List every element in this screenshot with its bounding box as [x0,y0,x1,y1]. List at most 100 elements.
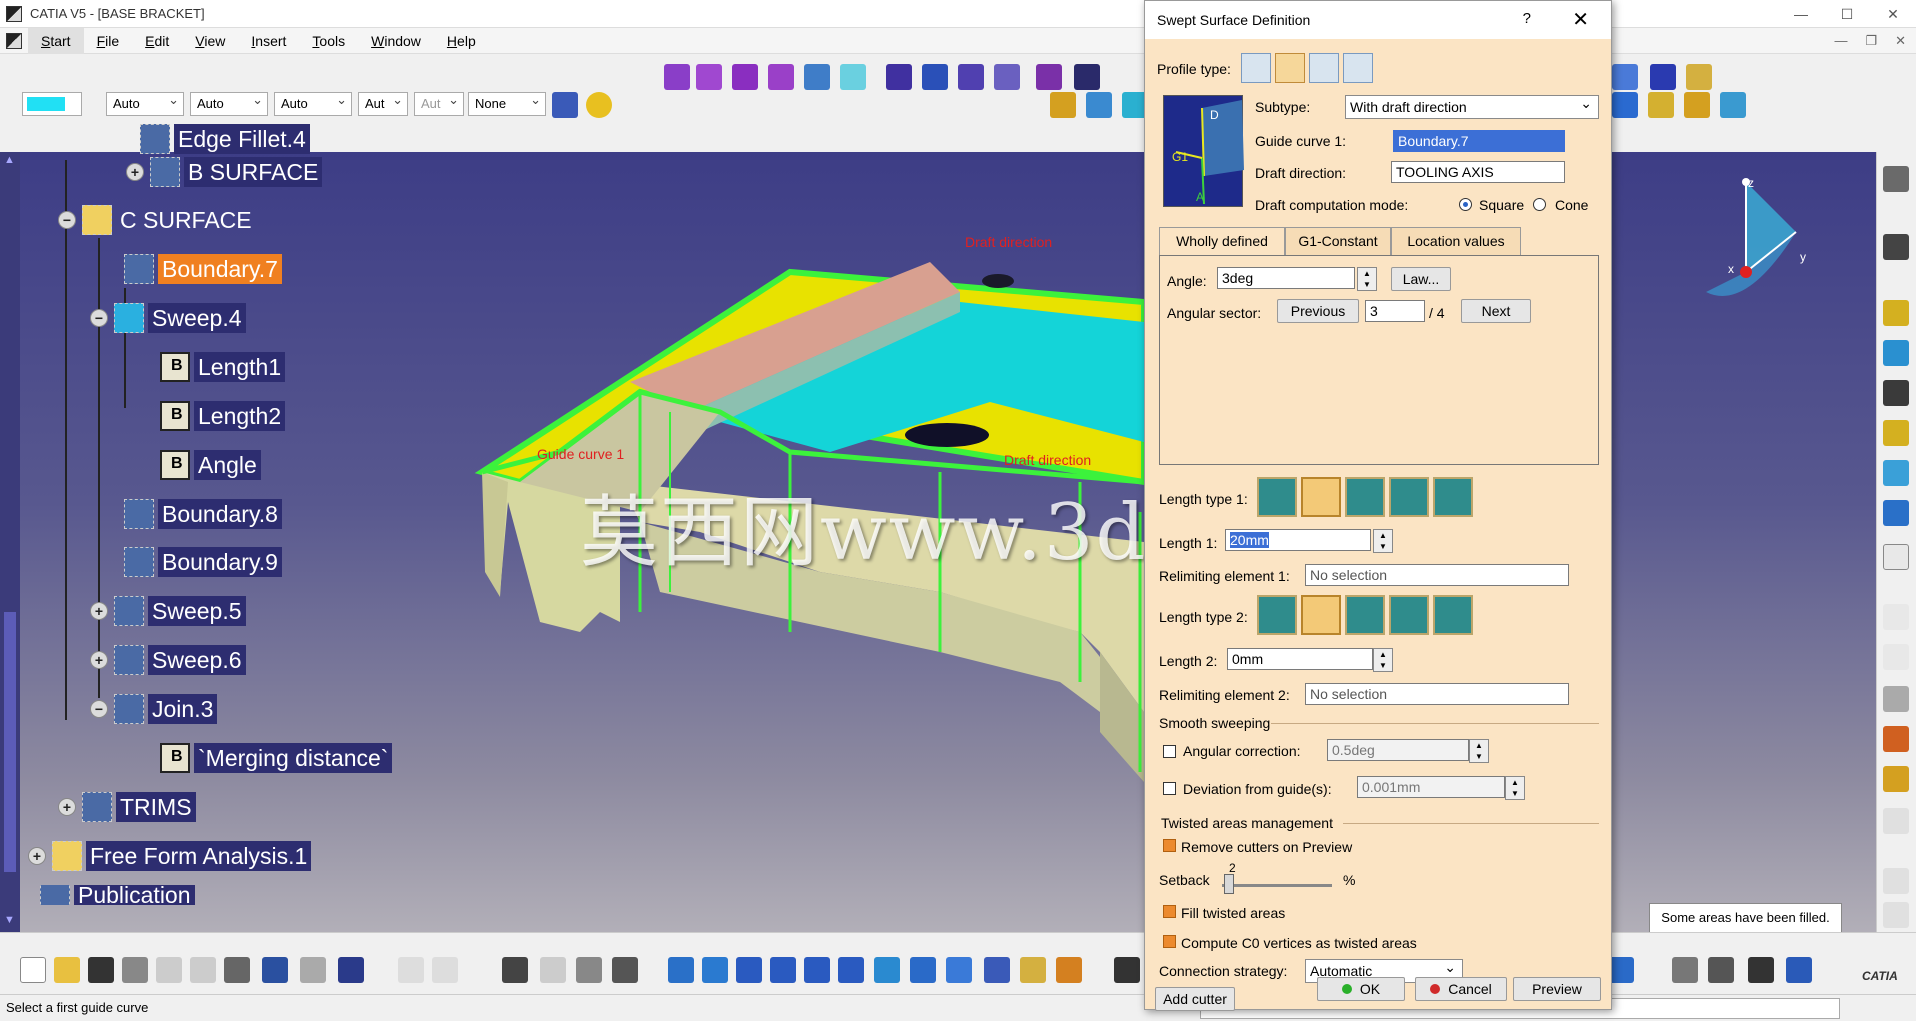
shading-icon[interactable] [984,957,1010,983]
tree-item-sweep-4[interactable]: − Sweep.4 [90,301,246,335]
multi-section-icon[interactable] [922,64,948,90]
undo-icon[interactable] [262,957,288,983]
menu-edit[interactable]: Edit [132,28,182,54]
preview-button[interactable]: Preview [1513,977,1601,1001]
tab-location-values[interactable]: Location values [1391,227,1521,255]
previous-button[interactable]: Previous [1277,299,1359,323]
multi-view-icon[interactable] [910,957,936,983]
graphic-properties-icon[interactable] [586,92,612,118]
collapse-icon[interactable]: − [90,700,108,718]
point-symbol-combo[interactable]: Aut [358,89,408,116]
copy-icon[interactable] [190,957,216,983]
compass-icon[interactable] [1696,172,1836,312]
hide-show-icon[interactable] [1020,957,1046,983]
new-file-icon[interactable] [20,957,46,983]
length2-field[interactable]: 0mm [1227,648,1373,670]
tree-item-edge-fillet[interactable]: Edge Fillet.4 [140,122,310,156]
add-cutter-button[interactable]: Add cutter [1155,987,1235,1011]
sector-field[interactable]: 3 [1365,300,1425,322]
expand-icon[interactable]: + [28,847,46,865]
tree-item-join-3[interactable]: − Join.3 [90,692,218,726]
collapse-icon[interactable]: − [90,309,108,327]
format-painter-icon[interactable] [552,92,578,118]
scroll-thumb[interactable] [4,612,16,872]
tab-wholly-defined[interactable]: Wholly defined [1159,227,1285,255]
fill-twisted-checkbox[interactable] [1163,905,1176,918]
doc-restore-button[interactable]: ❐ [1865,28,1877,54]
length-type2-from-extremum-icon[interactable] [1389,595,1429,635]
expand-icon[interactable]: + [90,602,108,620]
law-tool-icon[interactable] [1883,544,1909,570]
deviation-spinner[interactable]: ▲ ▼ [1505,776,1525,800]
length-type2-along-surface-icon[interactable] [1433,595,1473,635]
expand-icon[interactable]: + [58,798,76,816]
ok-button[interactable]: OK [1317,977,1405,1001]
whats-this-icon[interactable] [338,957,364,983]
line-thickness-combo[interactable]: Auto [190,89,268,116]
sweep-icon[interactable] [840,64,866,90]
angular-correction-spinner[interactable]: ▲ ▼ [1469,739,1489,763]
color-picker[interactable] [22,92,82,116]
length-type-from-curve-icon[interactable] [1301,477,1341,517]
cycle-icon[interactable] [1672,957,1698,983]
cylinder-surface-icon[interactable] [768,64,794,90]
tree-item-merging-distance[interactable]: `Merging distance` [160,741,393,775]
connect-checker-icon[interactable] [1883,808,1909,834]
knowledge-advisor-icon[interactable] [432,957,458,983]
explicit-profile-icon[interactable] [1241,53,1271,83]
length-type-up-to-element-icon[interactable] [1345,477,1385,517]
trim-icon[interactable] [1074,64,1100,90]
print-icon[interactable] [122,957,148,983]
grid-icon[interactable] [1650,64,1676,90]
length-type2-up-to-element-icon[interactable] [1345,595,1385,635]
cancel-button[interactable]: Cancel [1415,977,1507,1001]
cut-icon[interactable] [156,957,182,983]
tree-item-length1[interactable]: Length1 [160,350,286,384]
dialog-close-button[interactable]: ✕ [1572,7,1589,32]
paste-icon[interactable] [224,957,250,983]
fill-icon[interactable] [886,64,912,90]
deviation-field[interactable]: 0.001mm [1357,776,1505,798]
hand-icon[interactable] [1708,957,1734,983]
extrude-surface-icon[interactable] [664,64,690,90]
menu-insert[interactable]: Insert [238,28,299,54]
save-icon[interactable] [88,957,114,983]
tree-item-length2[interactable]: Length2 [160,399,286,433]
length1-spinner[interactable]: ▲ ▼ [1373,529,1393,553]
setback-slider-track[interactable] [1222,884,1332,887]
doc-close-button[interactable]: ✕ [1895,28,1906,54]
length-type2-standard-icon[interactable] [1257,595,1297,635]
line-type-combo[interactable]: Auto [274,89,352,116]
axis-system-icon[interactable] [1612,64,1638,90]
length-type2-from-curve-icon[interactable] [1301,595,1341,635]
document-icon[interactable] [6,32,22,49]
expand-icon[interactable]: + [90,651,108,669]
tab-g1-constant[interactable]: G1-Constant [1285,227,1391,255]
open-file-icon[interactable] [54,957,80,983]
boundary-icon[interactable] [1648,92,1674,118]
compute-c0-checkbox[interactable] [1163,935,1176,948]
fit-all-icon[interactable] [702,957,728,983]
line-profile-icon[interactable] [1275,53,1305,83]
curve-tool-icon[interactable] [1883,420,1909,446]
scroll-up-arrow[interactable]: ▲ [4,154,15,166]
close-window-button[interactable]: ✕ [1870,0,1916,28]
transform-icon[interactable] [1720,92,1746,118]
expand-icon[interactable]: + [126,163,144,181]
angular-correction-field[interactable]: 0.5deg [1327,739,1469,761]
angle-spinner[interactable]: ▲ ▼ [1357,267,1377,291]
pan-icon[interactable] [736,957,762,983]
line-tool-icon[interactable] [1883,340,1909,366]
work-support-icon[interactable] [1686,64,1712,90]
minimize-button[interactable]: — [1778,0,1824,28]
deviation-checkbox[interactable] [1163,782,1176,795]
menu-help[interactable]: Help [434,28,489,54]
sketcher-icon[interactable] [1883,234,1909,260]
length-type-from-extremum-icon[interactable] [1389,477,1429,517]
join-icon[interactable] [994,64,1020,90]
help-icon[interactable]: ? [1523,10,1531,27]
tree-item-boundary-9[interactable]: Boundary.9 [124,545,282,579]
angular-correction-checkbox[interactable] [1163,745,1176,758]
reactions-icon[interactable] [576,957,602,983]
plane-tool-icon[interactable] [1883,380,1909,406]
